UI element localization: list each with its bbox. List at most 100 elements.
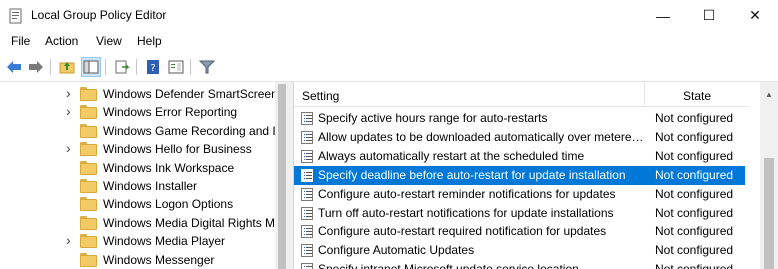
filter-icon: [199, 60, 215, 74]
tree-item[interactable]: Windows Media Digital Rights M: [0, 214, 275, 233]
filter-button[interactable]: [197, 57, 217, 77]
column-header-state[interactable]: State: [645, 82, 748, 107]
menu-view[interactable]: View: [96, 34, 122, 48]
close-button[interactable]: ✕: [732, 0, 778, 31]
tree-item-label: Windows Media Player: [103, 234, 226, 249]
tree-item[interactable]: Windows Logon Options: [0, 195, 275, 214]
title-bar: Local Group Policy Editor — ☐ ✕: [0, 0, 778, 31]
tree-item-label: Windows Game Recording and I: [103, 123, 276, 138]
toolbar: ?: [0, 53, 778, 81]
tree-item[interactable]: Windows Game Recording and I: [0, 122, 276, 141]
forward-button[interactable]: [26, 57, 46, 77]
tree-item[interactable]: › Windows Media Player: [0, 232, 275, 251]
expand-chevron-icon[interactable]: ›: [66, 232, 71, 248]
folder-icon: [80, 123, 97, 138]
maximize-icon: ☐: [702, 7, 716, 23]
menu-action[interactable]: Action: [45, 34, 78, 48]
policy-state: Not configured: [655, 262, 733, 269]
tree-item-label: Windows Defender SmartScreen: [103, 87, 278, 101]
policy-row[interactable]: Always automatically restart at the sche…: [294, 147, 745, 166]
policy-row[interactable]: Specify intranet Microsoft update servic…: [294, 260, 745, 269]
menu-bar: File Action View Help: [0, 31, 778, 51]
column-header-setting[interactable]: Setting: [294, 82, 645, 107]
policy-name: Configure auto-restart required notifica…: [318, 224, 607, 239]
tree-item-label: Windows Logon Options: [103, 197, 234, 212]
svg-text:?: ?: [150, 63, 155, 74]
group-policy-app-icon: [9, 8, 22, 24]
list-scrollbar-thumb[interactable]: [764, 158, 774, 269]
show-hide-tree-button[interactable]: [81, 57, 101, 77]
tree-item[interactable]: › Windows Defender SmartScreen: [0, 85, 278, 104]
help-icon: ?: [147, 60, 159, 74]
forward-icon: [29, 61, 43, 73]
policy-name: Always automatically restart at the sche…: [318, 148, 585, 163]
help-button[interactable]: ?: [143, 57, 163, 77]
folder-icon: [80, 105, 97, 120]
policy-name: Specify deadline before auto-restart for…: [318, 167, 626, 182]
tree-item-label: Windows Hello for Business: [103, 142, 252, 157]
extended-view-button[interactable]: [166, 57, 186, 77]
tree-item-label: Windows Media Digital Rights M: [103, 215, 276, 230]
policy-state: Not configured: [655, 167, 734, 182]
expand-chevron-icon[interactable]: ›: [66, 140, 71, 156]
toolbar-separator: [190, 59, 191, 75]
maximize-button[interactable]: ☐: [686, 0, 732, 31]
list-scrollbar[interactable]: ▲: [760, 82, 778, 269]
toolbar-separator: [136, 59, 137, 75]
tree-item[interactable]: Windows Messenger: [0, 251, 275, 269]
policy-setting-icon: [301, 187, 313, 201]
extended-view-icon: [168, 60, 184, 74]
policy-name: Specify active hours range for auto-rest…: [318, 111, 548, 125]
expand-chevron-icon[interactable]: ›: [66, 103, 71, 119]
policy-row[interactable]: Turn off auto-restart notifications for …: [294, 204, 745, 223]
minimize-button[interactable]: —: [640, 0, 686, 31]
policy-row[interactable]: Allow updates to be downloaded automatic…: [294, 128, 745, 147]
tree-item[interactable]: Windows Ink Workspace: [0, 159, 275, 178]
policy-row[interactable]: Configure auto-restart reminder notifica…: [294, 185, 745, 204]
folder-icon: [80, 179, 97, 193]
policy-row-selected[interactable]: Specify deadline before auto-restart for…: [294, 165, 745, 185]
policy-row[interactable]: Specify active hours range for auto-rest…: [294, 109, 745, 128]
policy-state: Not configured: [655, 186, 734, 201]
menu-help[interactable]: Help: [137, 34, 162, 48]
menu-file[interactable]: File: [11, 34, 30, 48]
policy-name: Allow updates to be downloaded automatic…: [318, 129, 644, 144]
export-list-button[interactable]: [112, 57, 132, 77]
back-icon: [7, 61, 21, 73]
scroll-up-icon[interactable]: ▲: [765, 90, 773, 99]
tree-pane: › Windows Defender SmartScreen › Windows Er…: [0, 82, 289, 269]
policy-setting-icon: [301, 112, 313, 125]
up-folder-button[interactable]: [57, 57, 77, 77]
back-button[interactable]: [4, 57, 24, 77]
tree-item[interactable]: › Windows Hello for Business: [0, 140, 275, 159]
tree-item-label: Windows Ink Workspace: [103, 160, 235, 175]
folder-icon: [80, 87, 97, 101]
settings-list-pane: Setting State Specify active hours range…: [293, 82, 778, 269]
policy-state: Not configured: [655, 224, 734, 239]
folder-icon: [80, 215, 97, 230]
tree-item[interactable]: › Windows Error Reporting: [0, 103, 275, 122]
tree-item-label: Windows Messenger: [103, 252, 215, 267]
policy-setting-icon: [301, 168, 313, 182]
tree-item-label: Windows Installer: [103, 179, 198, 193]
up-folder-icon: [59, 62, 75, 74]
policy-name: Specify intranet Microsoft update servic…: [318, 262, 644, 269]
policy-setting-icon: [301, 130, 313, 144]
policy-setting-icon: [301, 206, 313, 220]
tree-scrollbar-thumb[interactable]: [278, 84, 286, 269]
policy-setting-icon: [301, 244, 313, 258]
policy-setting-icon: [301, 225, 313, 239]
folder-icon: [80, 197, 97, 212]
toolbar-separator: [105, 59, 106, 75]
close-icon: ✕: [749, 7, 761, 23]
tree-item[interactable]: Windows Installer: [0, 177, 275, 196]
policy-state: Not configured: [655, 148, 734, 163]
tree-item-label: Windows Error Reporting: [103, 105, 238, 120]
policy-row[interactable]: Configure Automatic Updates Not configure…: [294, 241, 745, 260]
policy-state: Not configured: [655, 111, 734, 125]
policy-row[interactable]: Configure auto-restart required notifica…: [294, 222, 745, 241]
expand-chevron-icon[interactable]: ›: [66, 85, 71, 101]
folder-icon: [80, 252, 97, 267]
toolbar-separator: [50, 59, 51, 75]
tree-scrollbar[interactable]: [275, 82, 289, 269]
